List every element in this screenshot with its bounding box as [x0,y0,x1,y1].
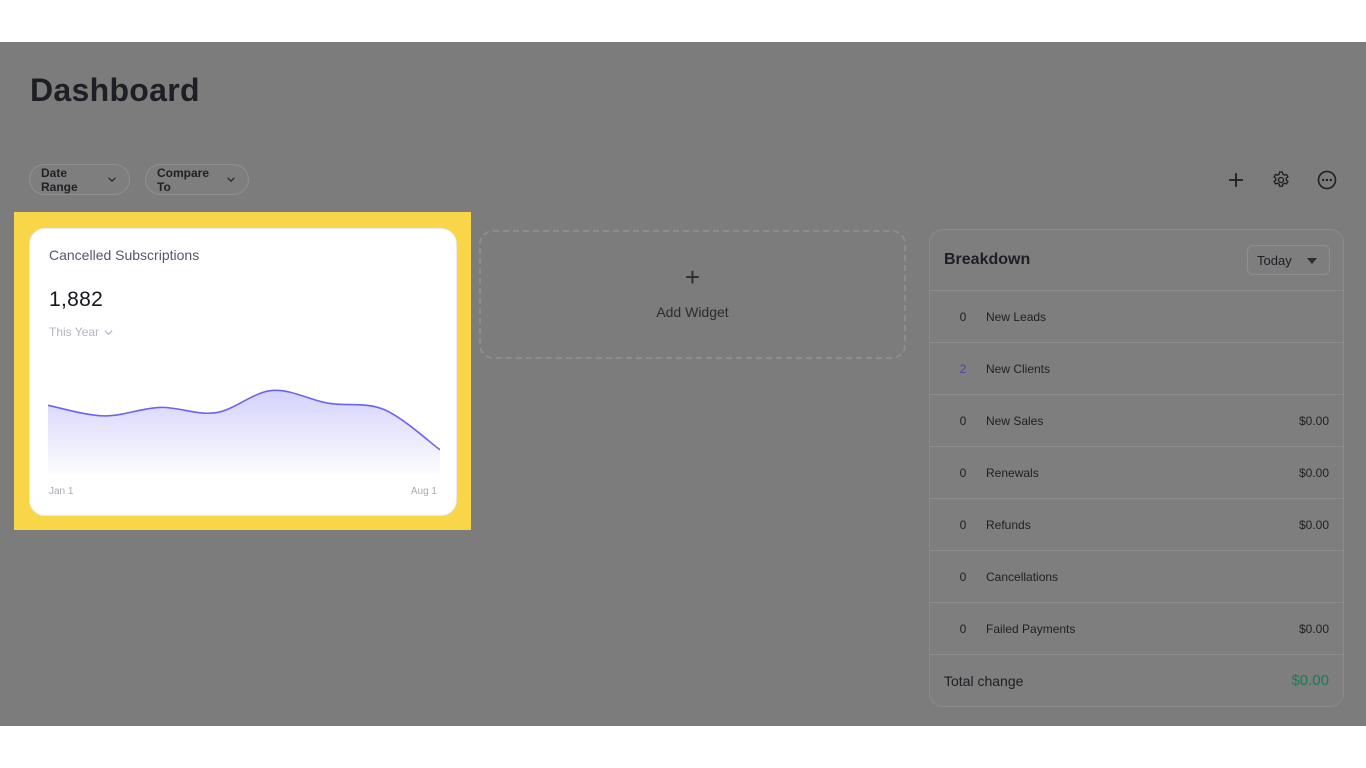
x-axis-start-label: Jan 1 [49,486,74,497]
add-widget-label: Add Widget [656,304,729,320]
row-count: 0 [959,414,967,428]
total-change-label: Total change [944,673,1024,689]
breakdown-row-renewals[interactable]: 0 Renewals $0.00 [930,447,1343,499]
breakdown-panel: Breakdown Today 0 New Leads 2 New Client… [929,229,1344,707]
row-count: 0 [959,570,967,584]
row-count: 2 [959,362,967,376]
row-label: Refunds [986,518,1031,532]
cancelled-subscriptions-widget[interactable]: Cancelled Subscriptions 1,882 This Year … [29,228,457,516]
breakdown-row-refunds[interactable]: 0 Refunds $0.00 [930,499,1343,551]
date-range-button[interactable]: Date Range [29,164,130,195]
row-amount: $0.00 [1298,518,1329,532]
row-count: 0 [959,466,967,480]
row-label: New Sales [986,414,1044,428]
breakdown-title: Breakdown [944,251,1031,268]
area-chart [48,389,440,474]
breakdown-row-cancellations[interactable]: 0 Cancellations [930,551,1343,603]
breakdown-total: Total change $0.00 [930,656,1343,706]
breakdown-row-new-leads[interactable]: 0 New Leads [930,291,1343,343]
row-count: 0 [959,622,967,636]
compare-to-button[interactable]: Compare To [145,164,249,195]
period-select-value: Today [1257,252,1292,268]
widget-period-dropdown[interactable]: This Year [49,325,114,339]
compare-to-label: Compare To [157,165,210,194]
chevron-down-icon [227,177,235,182]
breakdown-row-new-clients[interactable]: 2 New Clients [930,343,1343,395]
gear-icon [1273,171,1289,187]
add-button[interactable] [1224,168,1248,192]
breakdown-row-new-sales[interactable]: 0 New Sales $0.00 [930,395,1343,447]
breakdown-row-failed-payments[interactable]: 0 Failed Payments $0.00 [930,603,1343,655]
date-range-label: Date Range [41,165,78,194]
row-count: 0 [959,518,967,532]
row-label: Renewals [986,466,1039,480]
total-change-value: $0.00 [1291,672,1329,689]
plus-icon: + [684,262,701,292]
row-count: 0 [959,310,967,324]
page-title: Dashboard [30,72,200,108]
row-amount: $0.00 [1298,414,1329,428]
breakdown-header: Breakdown Today [930,230,1343,291]
period-select[interactable]: Today [1247,245,1330,275]
caret-down-icon [1307,258,1317,264]
chevron-down-icon [104,329,113,335]
row-label: New Clients [986,362,1051,376]
widget-value: 1,882 [49,288,104,311]
add-widget-button[interactable]: + Add Widget [479,230,906,359]
plus-icon [1229,173,1243,187]
more-options-button[interactable] [1315,168,1339,192]
row-label: Failed Payments [986,622,1076,636]
row-amount: $0.00 [1298,466,1329,480]
chevron-down-icon [108,177,116,182]
dashboard-page: Dashboard Date Range Compare To Cancelle… [0,42,1366,726]
chart-area-fill [48,390,440,474]
x-axis-end-label: Aug 1 [410,486,437,497]
settings-button[interactable] [1269,168,1293,192]
more-icon [1317,170,1337,190]
widget-title: Cancelled Subscriptions [49,247,200,263]
row-amount: $0.00 [1298,622,1329,636]
row-label: New Leads [986,310,1047,324]
widget-period-label: This Year [49,325,100,339]
row-label: Cancellations [986,570,1059,584]
